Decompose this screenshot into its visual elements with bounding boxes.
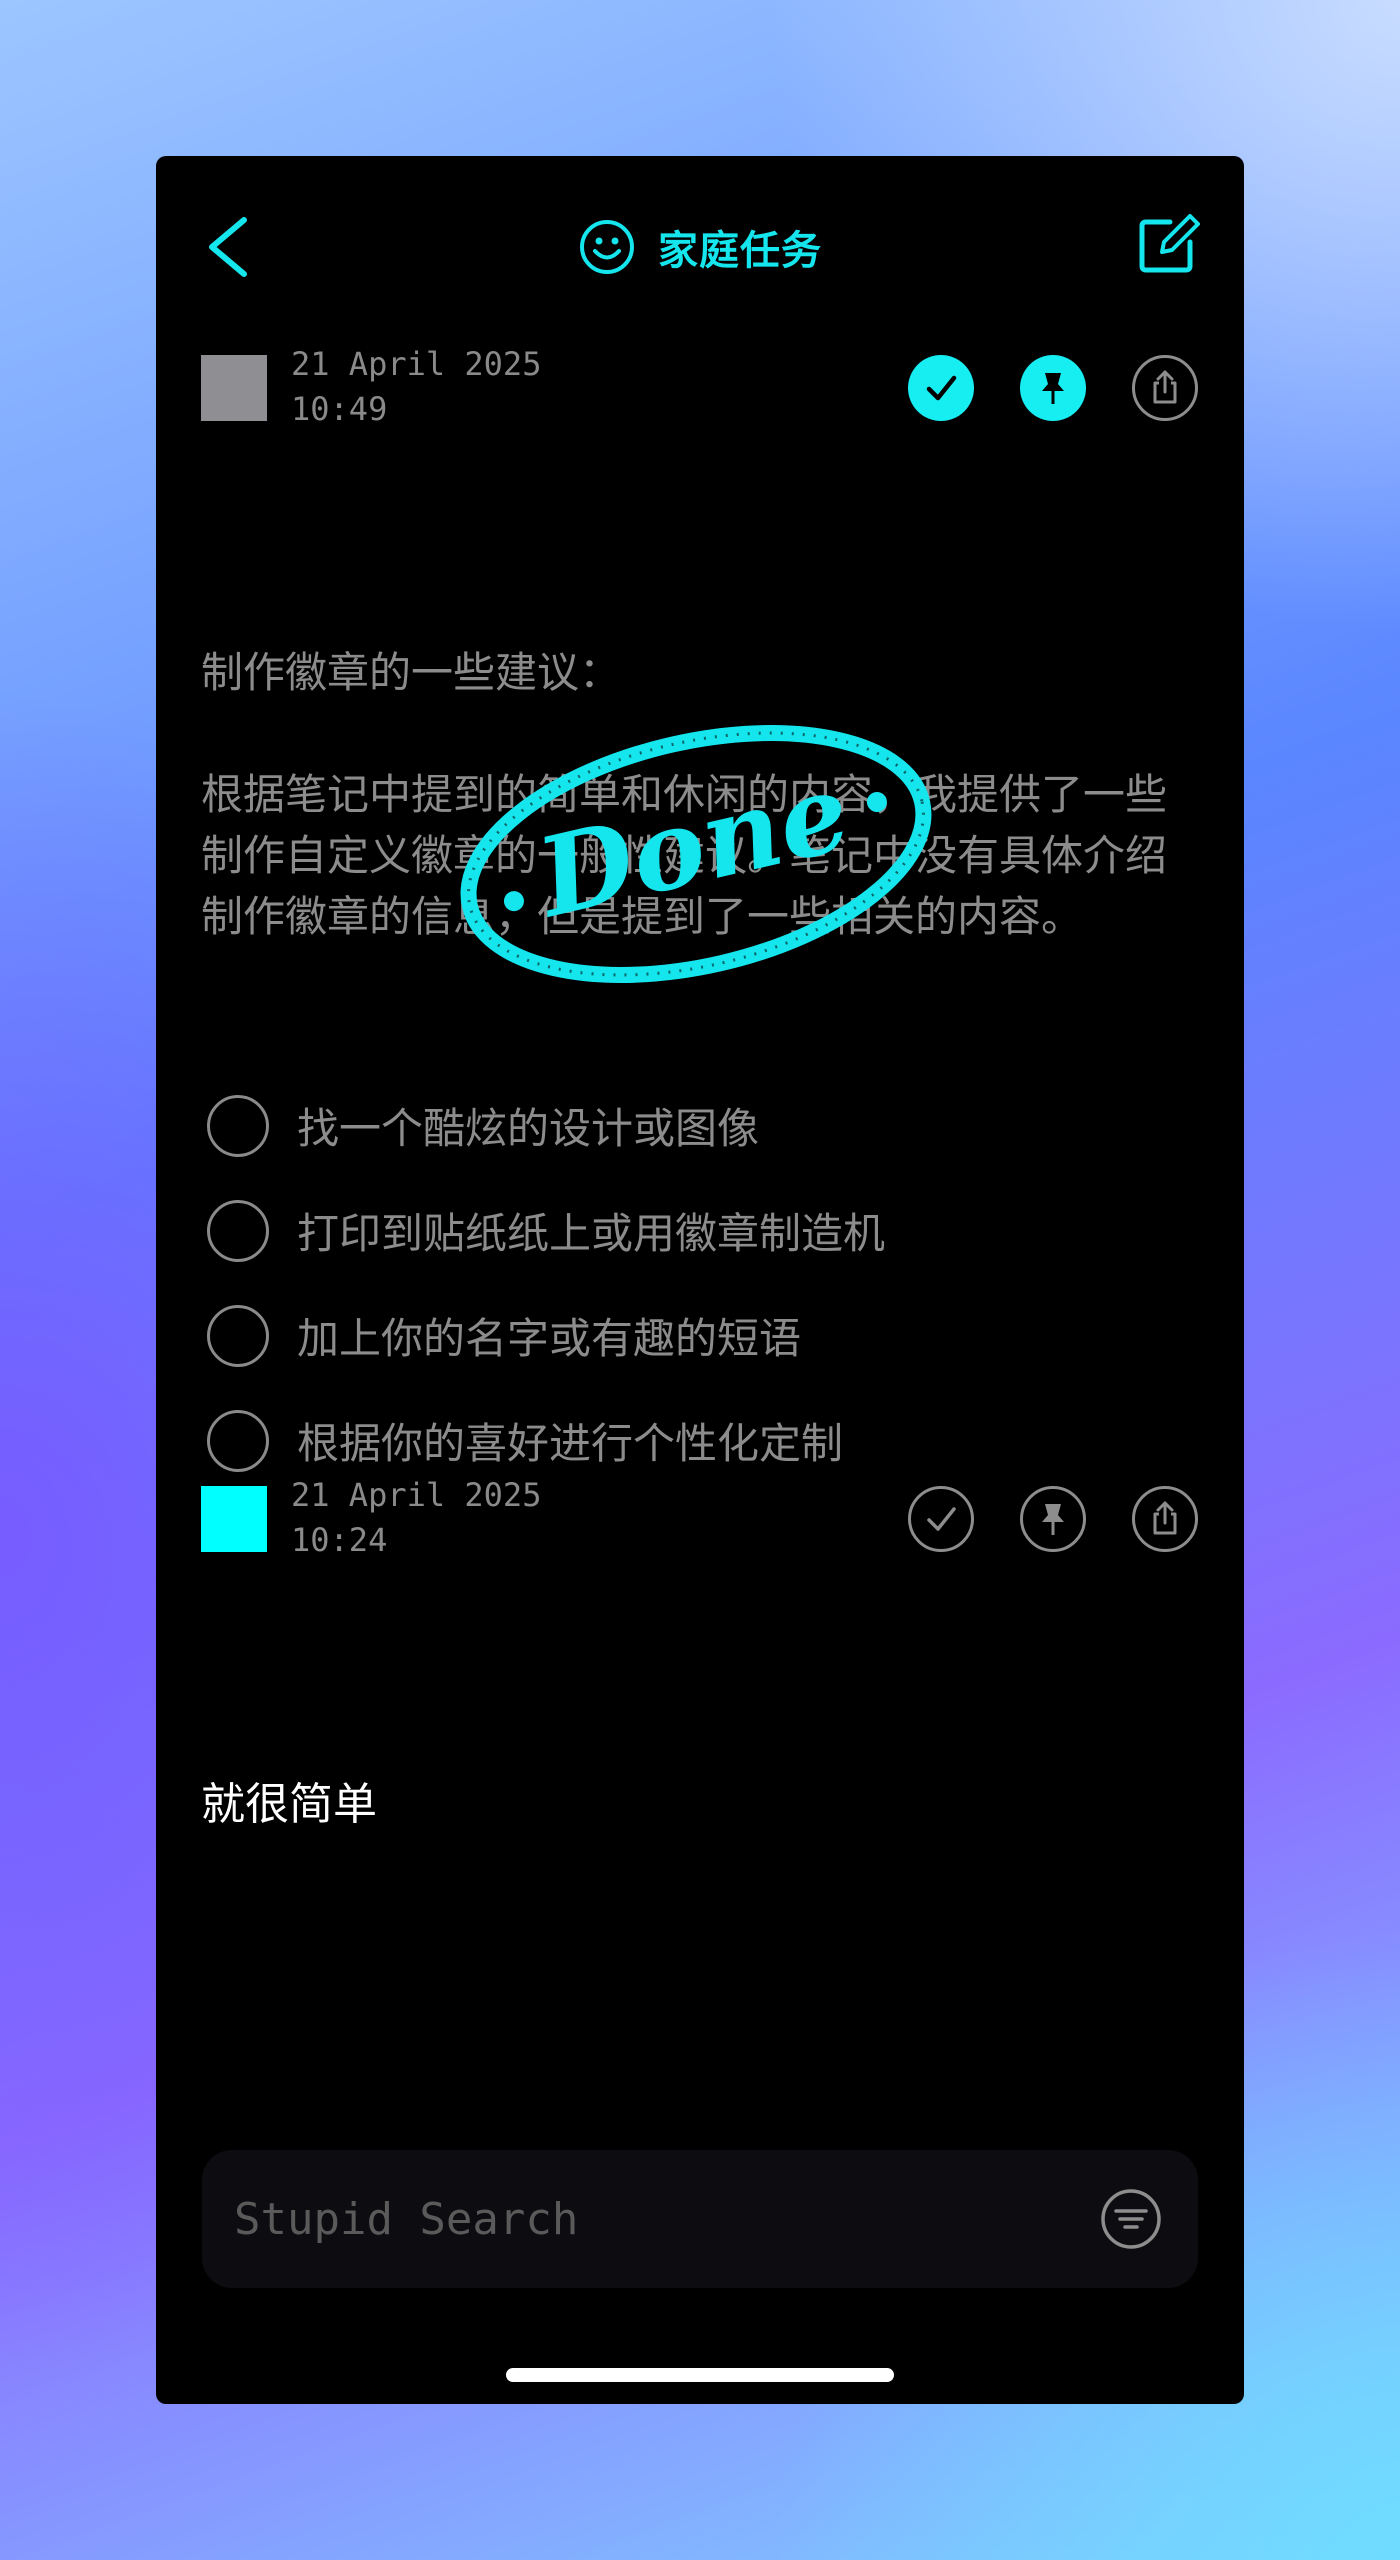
pin-icon	[1042, 373, 1064, 404]
home-indicator[interactable]	[506, 2368, 894, 2382]
pin-icon	[1042, 1504, 1064, 1535]
note-text: 就很简单	[201, 1779, 377, 1830]
checkbox[interactable]	[207, 1094, 269, 1157]
pin-button[interactable]	[1020, 355, 1086, 421]
filter-icon	[1101, 2189, 1161, 2249]
done-button[interactable]	[908, 355, 974, 421]
note-timestamp: 21 April 2025 10:24	[291, 1473, 541, 1563]
checkmark-icon	[927, 1507, 956, 1531]
note-color-swatch	[201, 355, 267, 421]
filter-button[interactable]	[1100, 2188, 1162, 2250]
checklist-item-label: 打印到贴纸纸上或用徽章制造机	[297, 1209, 886, 1258]
app-window: 家庭任务 21 April 2025 10:49 制作徽章的一些建议： 根据笔记…	[156, 156, 1244, 2404]
done-button[interactable]	[908, 1486, 974, 1552]
note-color-swatch	[201, 1486, 267, 1552]
share-icon	[1153, 370, 1177, 404]
note-actions	[908, 1486, 1198, 1552]
share-icon	[1153, 1501, 1177, 1535]
note-time: 10:24	[291, 1521, 388, 1559]
note-card[interactable]: 21 April 2025 10:24 就很简单	[156, 1356, 1244, 1856]
note-title-line: 制作徽章的一些建议：	[201, 648, 622, 697]
checklist-item[interactable]: 打印到贴纸纸上或用徽章制造机	[201, 1178, 1204, 1283]
checkmark-icon	[926, 375, 957, 401]
checklist-item[interactable]: 找一个酷炫的设计或图像	[201, 1073, 1204, 1178]
search-bar	[202, 2150, 1198, 2288]
pin-button[interactable]	[1020, 1486, 1086, 1552]
search-input[interactable]	[234, 2150, 1054, 2288]
share-button[interactable]	[1132, 355, 1198, 421]
checklist-item-label: 找一个酷炫的设计或图像	[297, 1104, 760, 1153]
note-date: 21 April 2025	[291, 345, 542, 383]
share-button[interactable]	[1132, 1486, 1198, 1552]
note-time: 10:49	[291, 390, 388, 428]
note-actions	[908, 355, 1198, 421]
checkbox[interactable]	[207, 1199, 269, 1262]
note-timestamp: 21 April 2025 10:49	[291, 342, 541, 432]
note-date: 21 April 2025	[291, 1476, 542, 1514]
